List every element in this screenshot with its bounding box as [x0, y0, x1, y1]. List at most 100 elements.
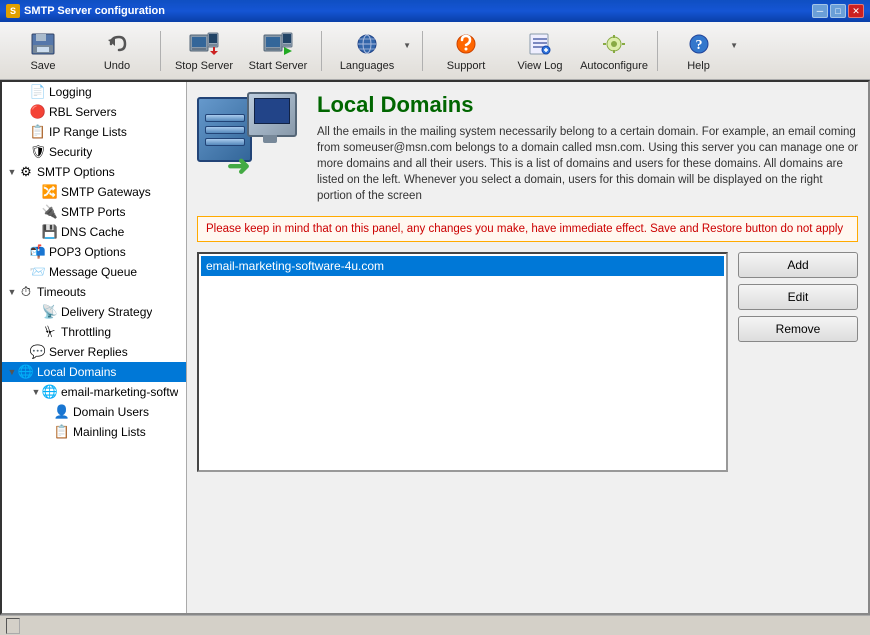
page-header-text: Local Domains All the emails in the mail… — [317, 92, 858, 204]
sidebar-label-email-marketing: email-marketing-softw — [61, 385, 178, 399]
sidebar-label-rbl: RBL Servers — [49, 105, 117, 119]
sidebar-item-delivery-strategy[interactable]: 📡 Delivery Strategy — [2, 302, 186, 322]
sidebar-item-security[interactable]: 🛡 Security — [2, 142, 186, 162]
smtp-gateways-icon: 🔀 — [42, 184, 58, 200]
timeouts-icon: ⏱ — [18, 284, 34, 300]
dns-cache-icon: 💾 — [42, 224, 58, 240]
add-button[interactable]: Add — [738, 252, 858, 278]
window-controls: ─ □ ✕ — [812, 4, 864, 18]
start-server-label: Start Server — [249, 60, 308, 72]
close-button[interactable]: ✕ — [848, 4, 864, 18]
sidebar-item-rbl-servers[interactable]: 🔴 RBL Servers — [2, 102, 186, 122]
save-label: Save — [30, 60, 55, 72]
svg-text:?: ? — [695, 38, 702, 53]
support-icon — [450, 30, 482, 58]
support-button[interactable]: Support — [431, 26, 501, 76]
sidebar-label-delivery-strategy: Delivery Strategy — [61, 305, 152, 319]
start-server-button[interactable]: Start Server — [243, 26, 313, 76]
start-server-icon — [262, 30, 294, 58]
sidebar-item-ip-range[interactable]: 📋 IP Range Lists — [2, 122, 186, 142]
warning-text: Please keep in mind that on this panel, … — [206, 223, 843, 235]
sidebar-item-logging[interactable]: 📄 Logging — [2, 82, 186, 102]
autoconfigure-label: Autoconfigure — [580, 60, 648, 72]
sidebar-item-domain-users[interactable]: 👤 Domain Users — [2, 402, 186, 422]
content-area: ➜ Local Domains All the emails in the ma… — [187, 82, 868, 613]
sidebar-label-server-replies: Server Replies — [49, 345, 128, 359]
save-button[interactable]: Save — [8, 26, 78, 76]
page-header: ➜ Local Domains All the emails in the ma… — [197, 92, 858, 204]
minimize-button[interactable]: ─ — [812, 4, 828, 18]
sidebar-label-security: Security — [49, 145, 92, 159]
message-queue-icon: 📨 — [30, 264, 46, 280]
sidebar-item-smtp-gateways[interactable]: 🔀 SMTP Gateways — [2, 182, 186, 202]
page-title: Local Domains — [317, 92, 858, 118]
separator-4 — [657, 31, 658, 71]
languages-icon — [351, 30, 383, 58]
sidebar-label-mailing-lists: Mainling Lists — [73, 425, 146, 439]
sidebar-item-pop3[interactable]: 📬 POP3 Options — [2, 242, 186, 262]
status-panel — [6, 618, 20, 634]
sidebar-item-server-replies[interactable]: 💬 Server Replies — [2, 342, 186, 362]
help-arrow[interactable]: ▼ — [730, 41, 738, 50]
help-button[interactable]: ? Help ▼ — [666, 26, 741, 76]
domain-users-icon: 👤 — [54, 404, 70, 420]
undo-button[interactable]: Undo — [82, 26, 152, 76]
domain-entry[interactable]: email-marketing-software-4u.com — [201, 256, 724, 276]
sidebar-item-email-marketing[interactable]: ▼ 🌐 email-marketing-softw — [2, 382, 186, 402]
view-log-button[interactable]: View Log — [505, 26, 575, 76]
sidebar-item-local-domains[interactable]: ▼ 🌐 Local Domains — [2, 362, 186, 382]
sidebar-label-smtp-gateways: SMTP Gateways — [61, 185, 151, 199]
action-buttons: Add Edit Remove — [738, 252, 858, 472]
stop-server-label: Stop Server — [175, 60, 233, 72]
sidebar-item-throttling[interactable]: ⏧ Throttling — [2, 322, 186, 342]
undo-label: Undo — [104, 60, 130, 72]
pop3-icon: 📬 — [30, 244, 46, 260]
sidebar-item-smtp-ports[interactable]: 🔌 SMTP Ports — [2, 202, 186, 222]
undo-icon — [101, 30, 133, 58]
edit-button[interactable]: Edit — [738, 284, 858, 310]
page-icon-area: ➜ — [197, 92, 307, 182]
page-description: All the emails in the mailing system nec… — [317, 124, 858, 204]
delivery-strategy-icon: 📡 — [42, 304, 58, 320]
separator-1 — [160, 31, 161, 71]
help-label: Help — [687, 60, 710, 72]
title-bar: S SMTP Server configuration ─ □ ✕ — [0, 0, 870, 22]
mailing-lists-icon: 📋 — [54, 424, 70, 440]
autoconfigure-button[interactable]: Autoconfigure — [579, 26, 649, 76]
separator-2 — [321, 31, 322, 71]
separator-3 — [422, 31, 423, 71]
warning-bar: Please keep in mind that on this panel, … — [197, 216, 858, 242]
main-layout: 📄 Logging 🔴 RBL Servers 📋 IP Range Lists… — [0, 80, 870, 615]
rbl-icon: 🔴 — [30, 104, 46, 120]
domain-panel: email-marketing-software-4u.com Add Edit… — [197, 252, 858, 472]
sidebar-item-message-queue[interactable]: 📨 Message Queue — [2, 262, 186, 282]
status-bar — [0, 615, 870, 635]
sidebar-item-smtp-options[interactable]: ▼ ⚙ SMTP Options — [2, 162, 186, 182]
sidebar-label-dns-cache: DNS Cache — [61, 225, 124, 239]
maximize-button[interactable]: □ — [830, 4, 846, 18]
arrow-icon: ➜ — [227, 149, 250, 182]
toolbar: Save Undo Stop Server — [0, 22, 870, 80]
remove-button[interactable]: Remove — [738, 316, 858, 342]
autoconfigure-icon — [598, 30, 630, 58]
sidebar-label-logging: Logging — [49, 85, 92, 99]
window-title: SMTP Server configuration — [24, 5, 812, 17]
sidebar-label-smtp-ports: SMTP Ports — [61, 205, 125, 219]
sidebar-label-ip-range: IP Range Lists — [49, 125, 127, 139]
view-log-icon — [524, 30, 556, 58]
sidebar-label-smtp-options: SMTP Options — [37, 165, 115, 179]
monitor-box — [247, 92, 297, 137]
languages-button[interactable]: Languages ▼ — [330, 26, 414, 76]
sidebar-item-timeouts[interactable]: ▼ ⏱ Timeouts — [2, 282, 186, 302]
help-icon: ? — [683, 30, 715, 58]
save-icon — [27, 30, 59, 58]
sidebar-item-mailing-lists[interactable]: 📋 Mainling Lists — [2, 422, 186, 442]
sidebar-label-throttling: Throttling — [61, 325, 111, 339]
sidebar-item-dns-cache[interactable]: 💾 DNS Cache — [2, 222, 186, 242]
sidebar-label-message-queue: Message Queue — [49, 265, 137, 279]
domain-listbox[interactable]: email-marketing-software-4u.com — [197, 252, 728, 472]
server-replies-icon: 💬 — [30, 344, 46, 360]
stop-server-button[interactable]: Stop Server — [169, 26, 239, 76]
sidebar-label-timeouts: Timeouts — [37, 285, 86, 299]
languages-arrow[interactable]: ▼ — [403, 41, 411, 50]
